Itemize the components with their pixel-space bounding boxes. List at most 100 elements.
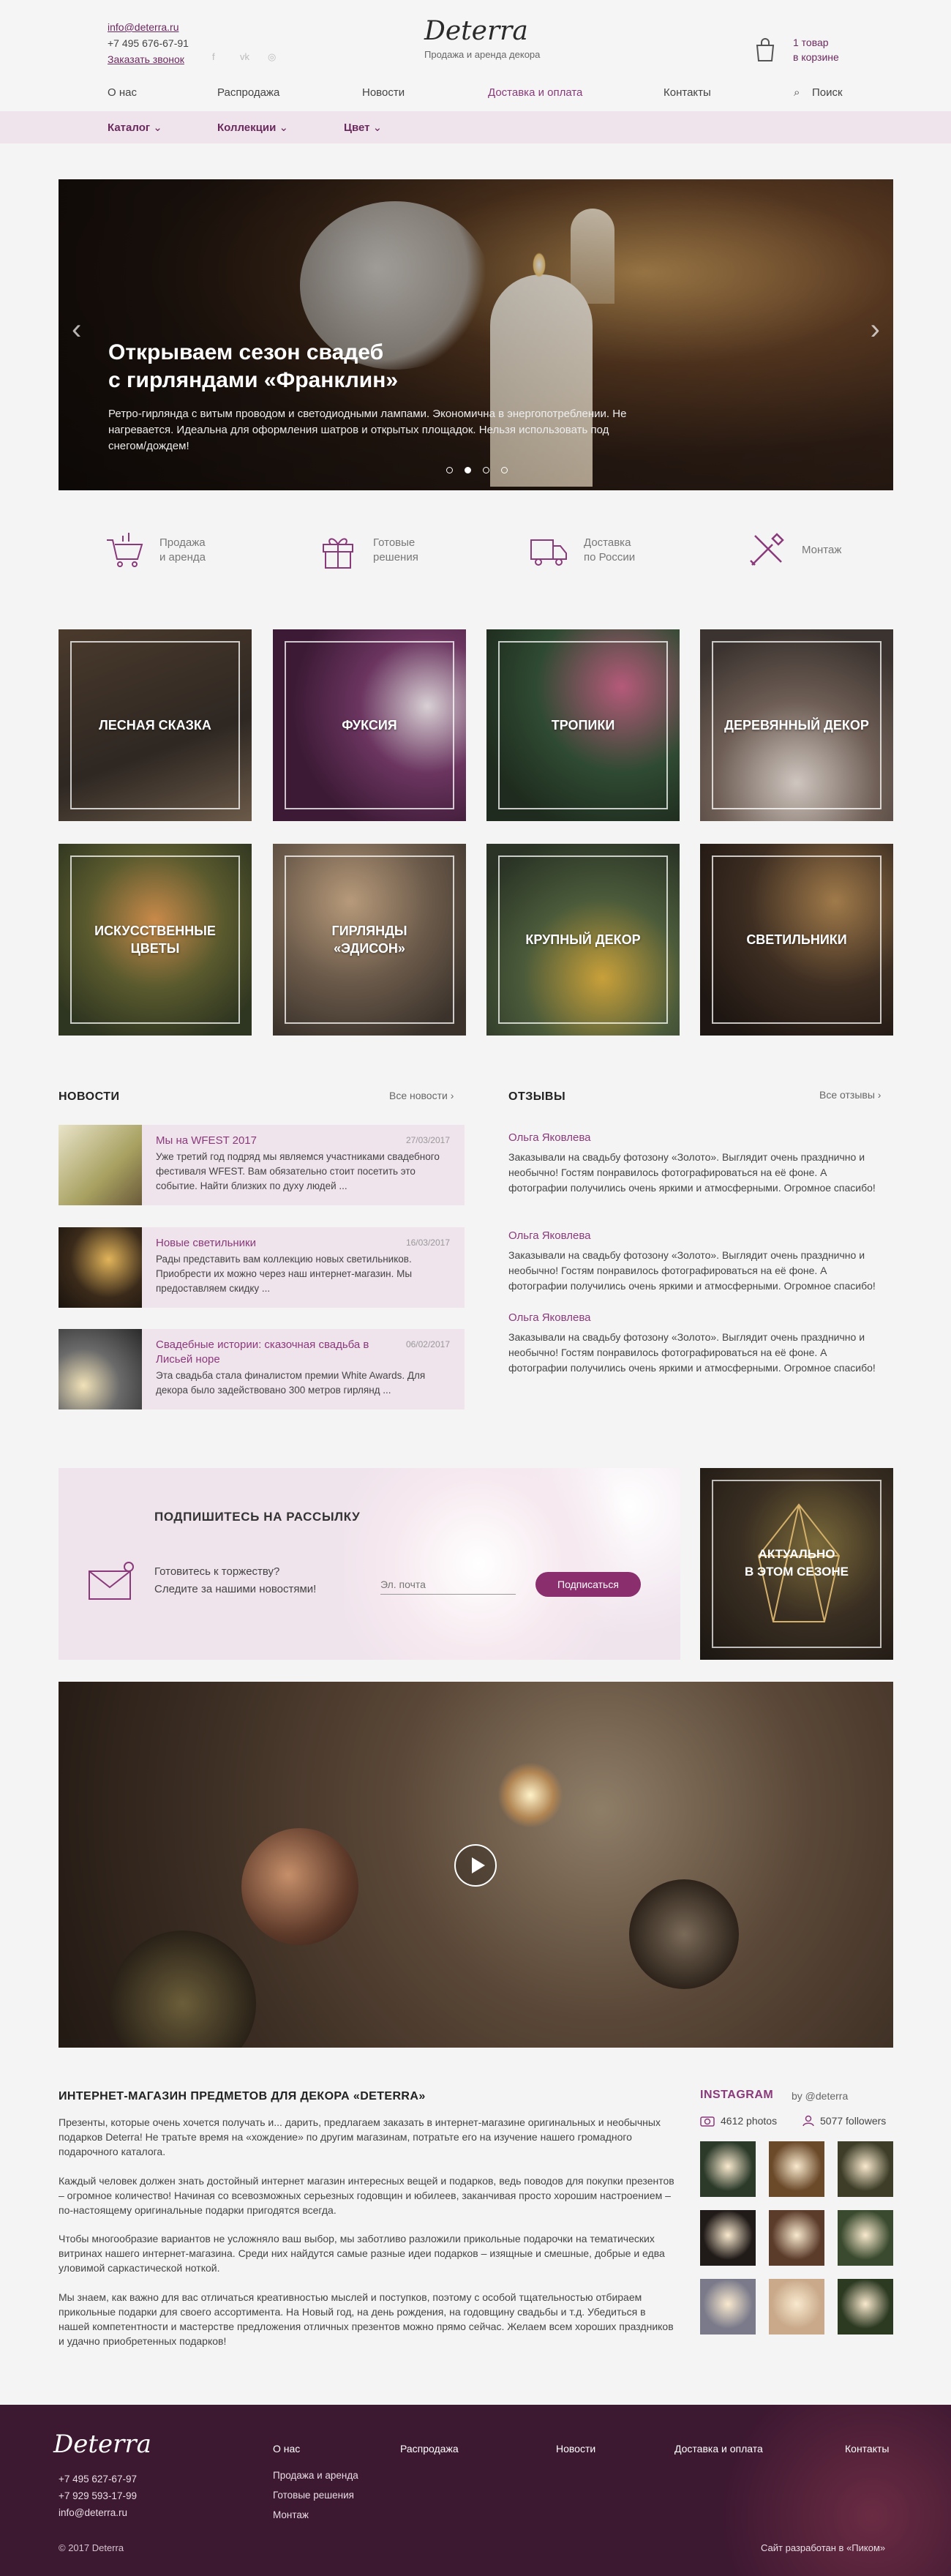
cart-widget[interactable]: 1 товар в корзине	[753, 35, 839, 64]
footer-logo[interactable]: Deterra	[53, 2430, 151, 2459]
collection-label: ДЕРЕВЯННЫЙ ДЕКОР	[700, 716, 893, 734]
subnav-catalog[interactable]: Каталог ⌄	[108, 121, 162, 134]
instagram-photo[interactable]	[769, 2279, 824, 2334]
feature-label: Готовые	[373, 536, 416, 549]
subscribe-button[interactable]: Подписаться	[535, 1572, 641, 1597]
slider-prev-icon[interactable]: ‹	[72, 315, 81, 344]
facebook-icon[interactable]: f	[212, 51, 224, 63]
instagram-title[interactable]: INSTAGRAM	[700, 2089, 773, 2102]
feature-delivery[interactable]: Доставка по России	[527, 528, 635, 572]
footer-nav-about[interactable]: О нас	[273, 2443, 300, 2455]
collection-label-line: ЛЕСНАЯ СКАЗКА	[99, 718, 211, 733]
footer-nav-sale[interactable]: Распродажа	[400, 2443, 459, 2455]
collection-tile[interactable]: ТРОПИКИ	[486, 629, 680, 821]
feature-mounting[interactable]: Монтаж	[745, 528, 841, 572]
collection-tile[interactable]: КРУПНЫЙ ДЕКОР	[486, 844, 680, 1036]
chevron-down-icon: ⌄	[279, 121, 289, 134]
nav-search[interactable]: Поиск	[812, 86, 843, 99]
instagram-photo[interactable]	[838, 2141, 893, 2197]
instagram-icon[interactable]: ◎	[268, 51, 279, 63]
season-tile[interactable]: АКТУАЛЬНО В ЭТОМ СЕЗОНЕ	[700, 1468, 893, 1660]
footer-sub-link[interactable]: Монтаж	[273, 2505, 358, 2525]
instagram-photo[interactable]	[700, 2210, 756, 2266]
nav-delivery[interactable]: Доставка и оплата	[488, 86, 582, 99]
subscribe-line: Следите за нашими новостями!	[154, 1583, 317, 1595]
play-icon[interactable]	[454, 1844, 497, 1887]
nav-news[interactable]: Новости	[362, 86, 405, 99]
slider-dot[interactable]	[465, 467, 471, 473]
season-label: АКТУАЛЬНО В ЭТОМ СЕЗОНЕ	[700, 1546, 893, 1581]
collection-tile[interactable]: ФУКСИЯ	[273, 629, 466, 821]
instagram-handle[interactable]: by @deterra	[792, 2090, 848, 2102]
collection-label: СВЕТИЛЬНИКИ	[700, 931, 893, 948]
slider-dot[interactable]	[483, 467, 489, 473]
footer-nav-delivery[interactable]: Доставка и оплата	[674, 2443, 763, 2455]
subnav-color-label: Цвет	[344, 121, 370, 134]
site-logo[interactable]: Deterra Продажа и аренда декора	[424, 16, 540, 60]
hero-slider[interactable]: Открываем сезон свадеб с гирляндами «Фра…	[59, 179, 893, 490]
collection-label-line: «ЭДИСОН»	[334, 941, 405, 956]
header-phone[interactable]: +7 495 676-67-91	[108, 35, 189, 51]
cart-icon	[107, 533, 143, 567]
footer-sub-link[interactable]: Готовые решения	[273, 2485, 358, 2505]
instagram-photo[interactable]	[838, 2210, 893, 2266]
slide-title: Открываем сезон свадеб с гирляндами «Фра…	[108, 339, 398, 394]
reviews-heading: ОТЗЫВЫ	[508, 1090, 566, 1103]
instagram-photo[interactable]	[769, 2210, 824, 2266]
instagram-photo[interactable]	[838, 2279, 893, 2334]
subnav-color[interactable]: Цвет ⌄	[344, 121, 382, 134]
collection-tile[interactable]: ЛЕСНАЯ СКАЗКА	[59, 629, 252, 821]
news-item[interactable]: Мы на WFEST 2017 27/03/2017 Уже третий г…	[59, 1125, 465, 1205]
nav-contacts[interactable]: Контакты	[664, 86, 711, 99]
footer-sub-link[interactable]: Продажа и аренда	[273, 2465, 358, 2485]
collection-label-line: ГИРЛЯНДЫ	[331, 924, 407, 938]
email-field[interactable]	[380, 1574, 516, 1595]
slider-dot[interactable]	[446, 467, 453, 473]
slider-next-icon[interactable]: ›	[871, 315, 880, 344]
instagram-photo[interactable]	[769, 2141, 824, 2197]
callback-link[interactable]: Заказать звонок	[108, 53, 184, 65]
header-email-link[interactable]: info@deterra.ru	[108, 21, 178, 33]
video-still-bowl	[241, 1828, 358, 1945]
collection-tile[interactable]: ДЕРЕВЯННЫЙ ДЕКОР	[700, 629, 893, 821]
news-title[interactable]: Мы на WFEST 2017	[156, 1134, 257, 1148]
all-reviews-link[interactable]: Все отзывы ›	[819, 1089, 881, 1101]
about-paragraph: Каждый человек должен знать достойный ин…	[59, 2175, 674, 2216]
news-item[interactable]: Свадебные истории: сказочная свадьба в Л…	[59, 1329, 465, 1409]
footer-phone[interactable]: +7 929 593-17-99	[59, 2487, 137, 2504]
feature-sale[interactable]: Продажа и аренда	[102, 528, 206, 572]
cart-count: 1 товар	[793, 37, 829, 48]
collection-tile[interactable]: ГИРЛЯНДЫ «ЭДИСОН»	[273, 844, 466, 1036]
feature-solutions[interactable]: Готовые решения	[316, 528, 418, 572]
tools-icon	[750, 533, 784, 566]
vk-icon[interactable]: vk	[240, 51, 252, 63]
nav-about[interactable]: О нас	[108, 86, 137, 99]
search-icon[interactable]: ⌕	[794, 86, 800, 99]
news-title[interactable]: Свадебные истории: сказочная свадьба в Л…	[156, 1338, 405, 1367]
instagram-photo[interactable]	[700, 2141, 756, 2197]
feature-label: и аренда	[159, 551, 206, 564]
slider-dot[interactable]	[501, 467, 508, 473]
footer-phone[interactable]: +7 495 627-67-97	[59, 2471, 137, 2487]
instagram-photo[interactable]	[700, 2279, 756, 2334]
review-author: Ольга Яковлева	[508, 1229, 591, 1242]
collection-tile[interactable]: ИСКУССТВЕННЫЕ ЦВЕТЫ	[59, 844, 252, 1036]
footer-email[interactable]: info@deterra.ru	[59, 2504, 137, 2521]
video-player[interactable]	[59, 1682, 893, 2048]
truck-icon	[530, 539, 567, 566]
slide-title-line: с гирляндами «Франклин»	[108, 368, 399, 392]
collection-tile[interactable]: СВЕТИЛЬНИКИ	[700, 844, 893, 1036]
footer-nav-contacts[interactable]: Контакты	[845, 2443, 889, 2455]
about-title: ИНТЕРНЕТ-МАГАЗИН ПРЕДМЕТОВ ДЛЯ ДЕКОРА «D…	[59, 2090, 426, 2103]
news-title[interactable]: Новые светильники	[156, 1236, 256, 1251]
news-excerpt: Рады представить вам коллекцию новых све…	[156, 1254, 413, 1294]
footer-nav-news[interactable]: Новости	[556, 2443, 595, 2455]
news-item[interactable]: Новые светильники 16/03/2017 Рады предст…	[59, 1227, 465, 1308]
collection-label: ТРОПИКИ	[486, 716, 680, 734]
sub-nav: Каталог ⌄ Коллекции ⌄ Цвет ⌄	[0, 111, 951, 143]
footer-developer[interactable]: Сайт разработан в «Пиком»	[761, 2542, 885, 2553]
subnav-collections[interactable]: Коллекции ⌄	[217, 121, 288, 134]
envelope-icon	[89, 1562, 134, 1600]
nav-sale[interactable]: Распродажа	[217, 86, 279, 99]
all-news-link[interactable]: Все новости ›	[389, 1090, 454, 1101]
